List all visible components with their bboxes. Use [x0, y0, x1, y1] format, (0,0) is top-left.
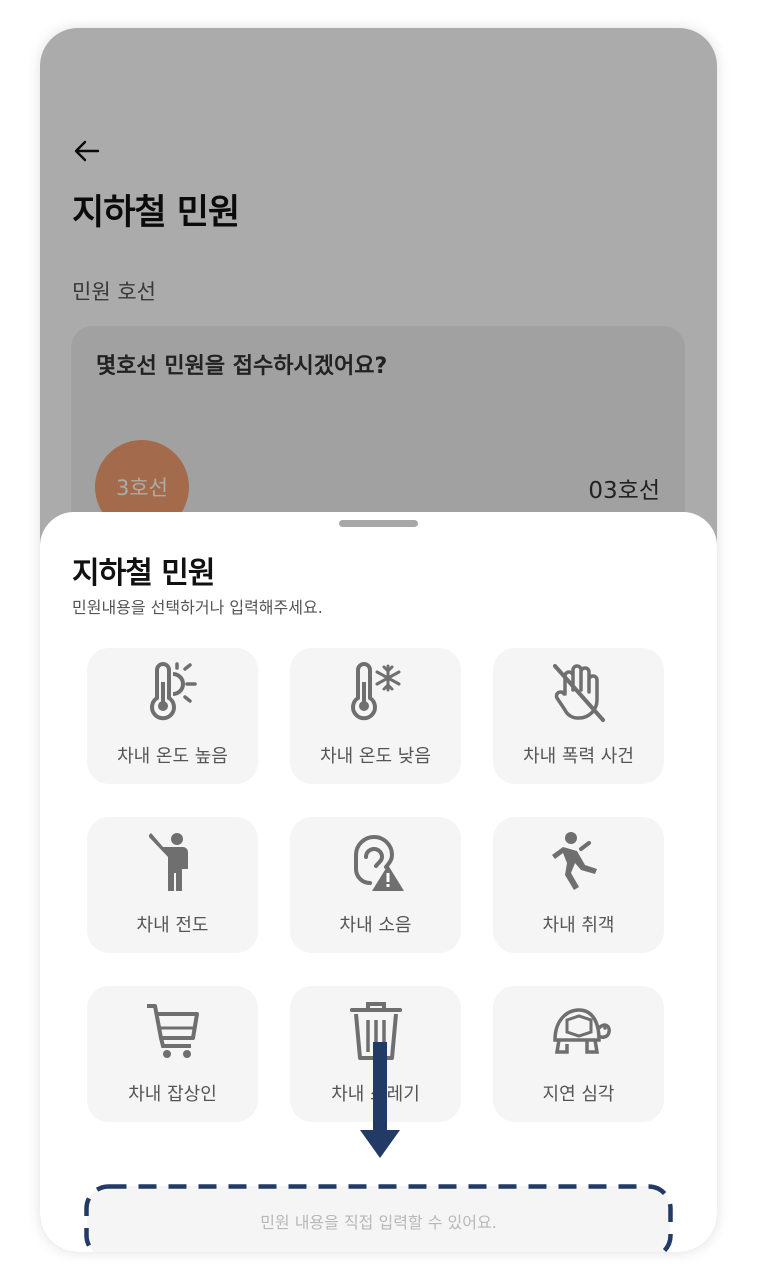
complaint-item-vendor[interactable]: 차내 잡상인: [87, 986, 258, 1122]
complaint-item-label: 차내 온도 높음: [117, 746, 228, 767]
complaint-item-label: 차내 잡상인: [128, 1084, 217, 1105]
person-fall-icon: [149, 833, 188, 891]
sheet-drag-handle[interactable]: [339, 520, 418, 527]
complaint-item-label: 차내 소음: [339, 915, 412, 936]
drunk-person-icon: [552, 832, 597, 890]
cart-icon: [147, 1004, 199, 1058]
violence-hand-icon: [553, 664, 605, 722]
noise-warning-icon: [354, 835, 404, 891]
complaint-item-fall[interactable]: 차내 전도: [87, 817, 258, 953]
complaint-item-label: 차내 온도 낮음: [320, 746, 431, 767]
sheet-subtitle: 민원내용을 선택하거나 입력해주세요.: [72, 598, 323, 617]
complaint-item-temp-low[interactable]: 차내 온도 낮음: [290, 648, 461, 784]
thermometer-hot-icon: [150, 662, 197, 721]
complaint-item-violence[interactable]: 차내 폭력 사건: [493, 648, 664, 784]
complaint-item-label: 차내 폭력 사건: [523, 746, 634, 767]
thermometer-cold-icon: [351, 662, 401, 721]
complaint-item-trash[interactable]: 차내 쓰레기: [290, 986, 461, 1122]
complaint-item-label: 차내 전도: [136, 915, 209, 936]
complaint-text-input[interactable]: [87, 1211, 670, 1233]
turtle-icon: [553, 1008, 611, 1054]
complaint-bottom-sheet: 지하철 민원 민원내용을 선택하거나 입력해주세요. 차내 온도 높음 차내 온…: [40, 512, 717, 1252]
complaint-item-delay[interactable]: 지연 심각: [493, 986, 664, 1122]
complaint-item-label: 지연 심각: [542, 1084, 615, 1105]
complaint-item-temp-high[interactable]: 차내 온도 높음: [87, 648, 258, 784]
complaint-item-noise[interactable]: 차내 소음: [290, 817, 461, 953]
complaint-item-label: 차내 취객: [542, 915, 615, 936]
sheet-title: 지하철 민원: [72, 556, 215, 591]
complaint-item-drunk[interactable]: 차내 취객: [493, 817, 664, 953]
complaint-text-field[interactable]: [87, 1186, 670, 1252]
phone-frame: 지하철 민원 민원 호선 몇호선 민원을 접수하시겠어요? 3호선 03호선 지…: [40, 28, 717, 1252]
trash-icon: [350, 1002, 402, 1060]
complaint-item-label: 차내 쓰레기: [331, 1084, 420, 1105]
